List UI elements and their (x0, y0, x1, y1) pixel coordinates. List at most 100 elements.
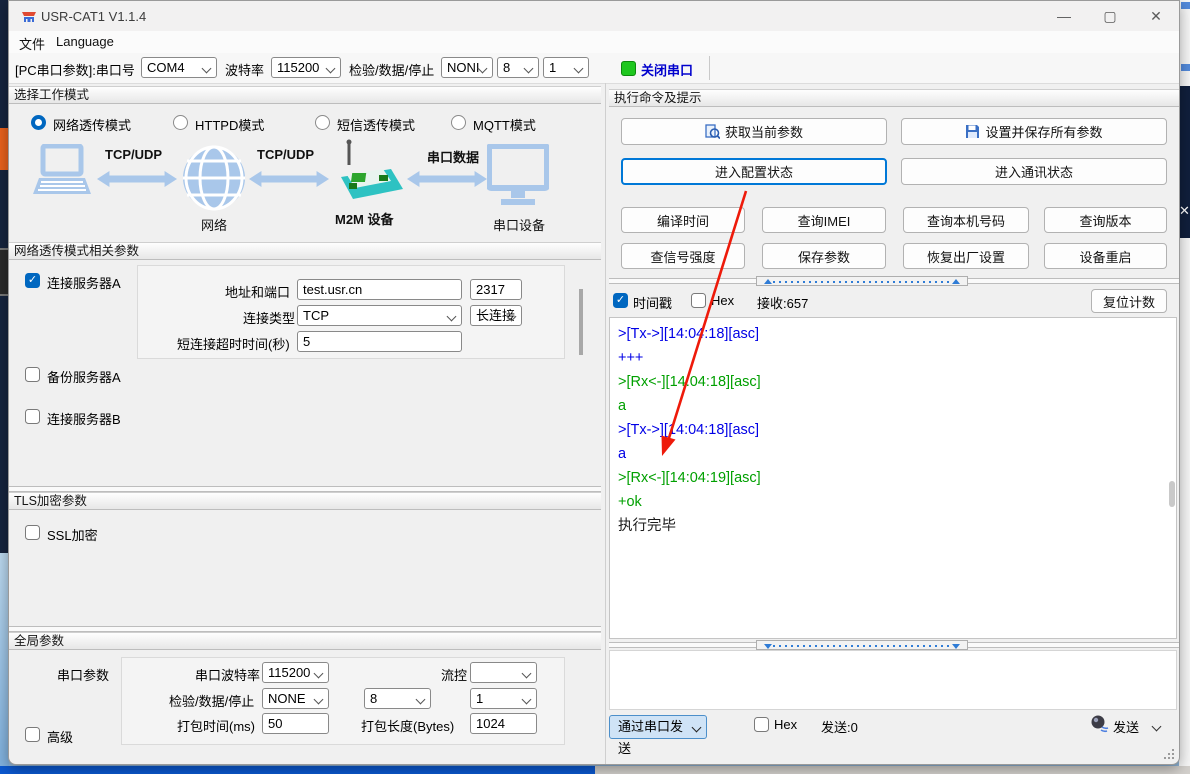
close-button[interactable]: ✕ (1133, 1, 1179, 31)
cmd-button-query-imei[interactable]: 查询IMEI (762, 207, 886, 233)
cmd-button-reboot[interactable]: 设备重启 (1044, 243, 1167, 269)
conn-type-select[interactable]: TCP (297, 305, 462, 326)
server-a-label[interactable]: 连接服务器A (47, 273, 121, 292)
sdata-select[interactable]: 8 (364, 688, 431, 709)
diagram-link1-label: TCP/UDP (105, 147, 162, 162)
ssl-label[interactable]: SSL加密 (47, 525, 98, 544)
hex-send-checkbox[interactable] (754, 717, 769, 732)
hex-recv-label[interactable]: Hex (711, 293, 734, 308)
title-bar[interactable]: USR-CAT1 V1.1.4 — ▢ ✕ (9, 1, 1179, 31)
ssl-checkbox[interactable] (25, 525, 40, 540)
keepalive-select[interactable]: 长连接 (470, 305, 522, 326)
receive-log[interactable]: >[Tx->][14:04:18][asc] +++ >[Rx<-][14:04… (609, 317, 1177, 639)
conn-type-label: 连接类型 (243, 308, 295, 327)
timestamp-label[interactable]: 时间戳 (633, 293, 672, 312)
cmd-button-signal-strength[interactable]: 查信号强度 (621, 243, 745, 269)
cmd-button-query-number[interactable]: 查询本机号码 (903, 207, 1029, 233)
log-line: a (618, 394, 1168, 418)
timeout-input[interactable]: 5 (297, 331, 462, 352)
log-line: +++ (618, 346, 1168, 370)
advanced-checkbox[interactable] (25, 727, 40, 742)
cmd-button-factory-reset[interactable]: 恢复出厂设置 (903, 243, 1029, 269)
server-b-label[interactable]: 连接服务器B (47, 409, 121, 428)
advanced-label[interactable]: 高级 (47, 727, 73, 746)
minimize-button[interactable]: — (1041, 1, 1087, 31)
status-green-icon (621, 61, 636, 76)
packlen-input[interactable]: 1024 (470, 713, 537, 734)
serial-group-label: 串口参数 (57, 665, 109, 684)
background-close-glyph: ✕ (1179, 204, 1190, 217)
radio-httpd[interactable] (173, 115, 188, 130)
taskbar[interactable] (0, 766, 1190, 774)
triangle-up-icon (952, 279, 960, 284)
get-params-button[interactable]: 获取当前参数 (621, 118, 887, 145)
radio-sms-transparent[interactable] (315, 115, 330, 130)
send-input[interactable] (609, 650, 1177, 710)
cmd-button-query-version[interactable]: 查询版本 (1044, 207, 1167, 233)
send-via-serial-button[interactable]: 通过串口发送 (609, 715, 707, 739)
flow-select[interactable] (470, 662, 537, 683)
splitter-handle[interactable] (756, 276, 968, 286)
radio-mqtt[interactable] (451, 115, 466, 130)
parity-select[interactable]: NONI (441, 57, 493, 78)
section-work-mode: 选择工作模式 (9, 86, 601, 104)
splitter-handle[interactable] (756, 640, 968, 650)
background-window-fragment: ✕ (1179, 86, 1190, 238)
globe-icon (181, 145, 247, 211)
mode-label[interactable]: 短信透传模式 (337, 115, 415, 134)
mode-label[interactable]: 网络透传模式 (53, 115, 131, 134)
server-addr-input[interactable]: test.usr.cn (297, 279, 462, 300)
log-line: >[Tx->][14:04:18][asc] (618, 322, 1168, 346)
server-port-input[interactable]: 2317 (470, 279, 522, 300)
triangle-up-icon (764, 279, 772, 284)
timestamp-checkbox[interactable]: ✓ (613, 293, 628, 308)
set-save-params-button[interactable]: 设置并保存所有参数 (901, 118, 1167, 145)
menu-language[interactable]: Language (56, 34, 114, 49)
backup-a-label[interactable]: 备份服务器A (47, 367, 121, 386)
reset-counter-button[interactable]: 复位计数 (1091, 289, 1167, 313)
hex-recv-checkbox[interactable] (691, 293, 706, 308)
vertical-splitter-handle[interactable] (579, 289, 583, 355)
maximize-button[interactable]: ▢ (1087, 1, 1133, 31)
sparity-label: 检验/数据/停止 (169, 691, 254, 710)
baud-select[interactable]: 115200 (271, 57, 341, 78)
double-arrow-icon (97, 166, 177, 192)
diagram-link2-label: TCP/UDP (257, 147, 314, 162)
menu-file[interactable]: 文件 (19, 34, 45, 53)
hex-send-label[interactable]: Hex (774, 717, 797, 732)
close-port-button[interactable]: 关闭串口 (641, 60, 693, 79)
log-line: 执行完毕 (618, 514, 1168, 538)
com-port-select[interactable]: COM4 (141, 57, 217, 78)
chevron-down-icon (574, 64, 584, 74)
log-scrollbar[interactable] (1169, 481, 1175, 507)
app-window: USR-CAT1 V1.1.4 — ▢ ✕ 文件 Language [PC串口参… (8, 0, 1180, 765)
section-net-params: 网络透传模式相关参数 (9, 242, 601, 260)
sstop-select[interactable]: 1 (470, 688, 537, 709)
server-b-checkbox[interactable] (25, 409, 40, 424)
backup-a-checkbox[interactable] (25, 367, 40, 382)
sbaud-select[interactable]: 115200 (262, 662, 329, 683)
recv-counter: 接收:657 (757, 293, 808, 312)
cmd-button-compile-time[interactable]: 编译时间 (621, 207, 745, 233)
resize-grip-icon[interactable] (1163, 748, 1175, 760)
log-line: +ok (618, 490, 1168, 514)
server-a-checkbox[interactable]: ✓ (25, 273, 40, 288)
mode-label[interactable]: HTTPD模式 (195, 115, 264, 134)
enter-comm-button[interactable]: 进入通讯状态 (901, 158, 1167, 185)
databits-select[interactable]: 8 (497, 57, 539, 78)
sent-counter: 发送:0 (821, 717, 858, 736)
radio-net-transparent[interactable] (31, 115, 46, 130)
mode-label[interactable]: MQTT模式 (473, 115, 536, 134)
stopbits-select[interactable]: 1 (543, 57, 589, 78)
chevron-down-icon (692, 723, 702, 733)
send-button[interactable]: 发送 (1113, 717, 1139, 736)
packtime-input[interactable]: 50 (262, 713, 329, 734)
chevron-down-icon (314, 669, 324, 679)
sparity-select[interactable]: NONE (262, 688, 329, 709)
desktop-right-strip: ✕ (1179, 0, 1190, 774)
enter-config-button[interactable]: 进入配置状态 (621, 158, 887, 185)
cmd-button-save-params[interactable]: 保存参数 (762, 243, 886, 269)
double-arrow-icon (249, 166, 329, 192)
addr-label: 地址和端口 (225, 282, 290, 301)
pc-serial-label: [PC串口参数]:串口号 (15, 60, 135, 79)
